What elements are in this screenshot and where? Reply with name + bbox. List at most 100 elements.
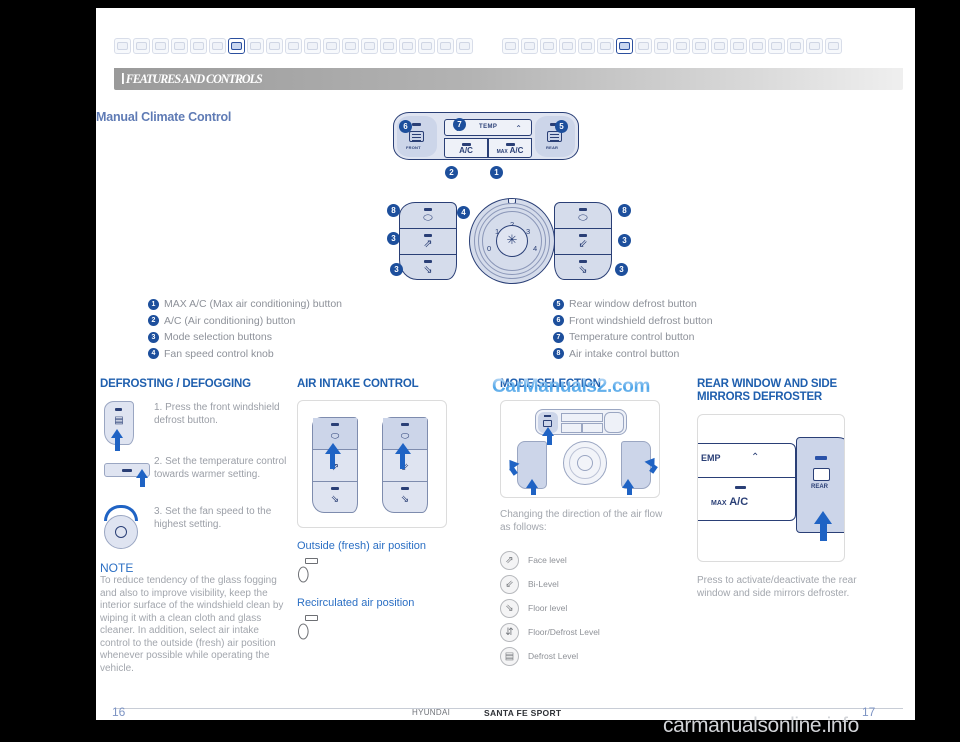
face-vent-icon: ⇗ xyxy=(500,550,519,570)
section-air-intake: AIR INTAKE CONTROL ⬭ ⇗ ⇘ xyxy=(297,378,473,642)
legend-item-label: Front windshield defrost button xyxy=(569,314,713,327)
callout-3-left-a: 3 xyxy=(387,232,400,245)
legend-item-label: A/C (Air conditioning) button xyxy=(164,314,296,327)
callout-6: 6 xyxy=(399,120,412,133)
defrost-grid-icon: ▤ xyxy=(114,415,124,426)
air-intake-heading: AIR INTAKE CONTROL xyxy=(297,378,419,390)
mode-selection-heading: MODE SELECTION xyxy=(500,378,601,390)
callout-7: 7 xyxy=(453,118,466,131)
legend-item: 3 Mode selection buttons xyxy=(148,329,342,346)
manual-page: FEATURES AND CONTROLS Manual Climate Con… xyxy=(96,8,915,720)
callout-2: 2 xyxy=(445,166,458,179)
intake-pad-right: ⬭ ⇙ ⇘ xyxy=(382,417,428,513)
legend-bullet-1: 1 xyxy=(148,298,159,310)
mode-pad-left-figure: ⬭ ⇗ ⇘ xyxy=(399,202,457,280)
legend-item-label: Temperature control button xyxy=(569,331,695,344)
callout-3-left-b: 3 xyxy=(390,263,403,276)
callout-8-right: 8 xyxy=(618,204,631,217)
chevron-up-icon: ⌃ xyxy=(515,124,522,133)
rear-fig-max-ac-label: MAX A/C xyxy=(711,496,749,508)
floor-vent-icon: ⇘ xyxy=(578,264,588,276)
floor-vent-icon: ⇘ xyxy=(330,494,340,505)
callout-4: 4 xyxy=(457,206,470,219)
model-name: SANTA FE SPORT xyxy=(484,708,562,718)
head-unit-figure: FRONT REAR ⌄ TEMP ⌃ A/C MAX A/C xyxy=(393,112,579,160)
defrost-step-2: 2. Set the temperature control towards w… xyxy=(100,455,290,495)
legend-column-2: 5 Rear window defrost button 6 Front windsh… xyxy=(553,296,713,362)
defrosting-heading: DEFROSTING / DEFOGGING xyxy=(100,378,251,390)
recirculated-air-label: Recirculated air position xyxy=(297,597,415,609)
floor-vent-row-right: ⇘ xyxy=(555,255,611,281)
rear-defrost-label: REAR xyxy=(546,145,559,150)
chevron-up-icon: ⌃ xyxy=(751,452,760,463)
floor-defrost-icon: ⇵ xyxy=(500,622,519,642)
fan-glyph-icon xyxy=(496,225,528,257)
outside-air-icon: ⬯ xyxy=(297,558,473,585)
defrost-step-1: ▤ 1. Press the front windshield defrost … xyxy=(100,401,290,451)
legend-bullet-7: 7 xyxy=(553,331,564,343)
legend-item: 1 MAX A/C (Max air conditioning) button xyxy=(148,296,342,313)
knob-num-0: 0 xyxy=(487,244,492,253)
rear-defrost-grid-icon xyxy=(813,468,830,481)
defrost-step-2-text: 2. Set the temperature control towards w… xyxy=(154,456,287,480)
watermark-carmanualsonline: carmanualsonline.info xyxy=(663,714,859,737)
callout-3-right-a: 3 xyxy=(618,234,631,247)
rear-heading-line2: MIRRORS DEFROSTER xyxy=(697,391,823,403)
legend-item-label: MAX A/C (Max air conditioning) button xyxy=(164,298,342,311)
callout-8-left: 8 xyxy=(387,204,400,217)
mode-list-label: Floor level xyxy=(528,603,568,613)
bilevel-vent-row-right: ⇙ xyxy=(555,229,611,255)
floor-vent-icon: ⇘ xyxy=(423,264,433,276)
ac-button-figure: A/C xyxy=(444,138,488,158)
legend-item: 4 Fan speed control knob xyxy=(148,346,342,363)
defrost-icon: ▤ xyxy=(500,646,519,666)
rear-label: REAR xyxy=(811,484,829,490)
mode-list-label: Bi-Level xyxy=(528,579,559,589)
mode-icon-list: ⇗ Face level ⇙ Bi-Level ⇘ Floor level ⇵ Floor/D… xyxy=(500,548,672,668)
legend-bullet-3: 3 xyxy=(148,331,159,343)
floor-vent-row-left: ⇘ xyxy=(400,255,456,281)
brand-name: HYUNDAI xyxy=(412,708,451,717)
defrost-step-3-text: 3. Set the fan speed to the highest sett… xyxy=(154,506,272,530)
rear-defroster-caption: Press to activate/deactivate the rear wi… xyxy=(697,575,857,599)
defrost-button-figure: ▤ xyxy=(104,401,134,451)
legend-bullet-4: 4 xyxy=(148,348,159,360)
rear-fig-temp-label: EMP xyxy=(701,453,721,463)
air-intake-figure: ⬭ ⇗ ⇘ ⬭ ⇙ ⇘ xyxy=(297,400,447,528)
temperature-bar-figure xyxy=(104,463,150,487)
page-number-right: 17 xyxy=(862,705,876,719)
floor-vent-icon: ⇘ xyxy=(400,494,410,505)
note-body: To reduce tendency of the glass fogging … xyxy=(100,575,284,674)
legend-column-1: 1 MAX A/C (Max air conditioning) button 2 A… xyxy=(148,296,342,362)
callout-1: 1 xyxy=(490,166,503,179)
air-intake-icon: ⬭ xyxy=(578,212,588,224)
mode-list-item: ▤ Defrost Level xyxy=(500,644,672,668)
air-intake-row-left: ⬭ xyxy=(400,203,456,229)
legend-bullet-6: 6 xyxy=(553,315,564,327)
section-mode-selection: MODE SELECTION Changing the direction of… xyxy=(500,378,672,668)
outside-air-label: Outside (fresh) air position xyxy=(297,540,426,552)
mode-list-label: Defrost Level xyxy=(528,651,579,661)
legend-item: 8 Air intake control button xyxy=(553,346,713,363)
knob-num-4: 4 xyxy=(533,244,538,253)
ac-label: A/C xyxy=(459,146,473,155)
rear-heading-line1: REAR WINDOW AND SIDE xyxy=(697,378,837,390)
air-intake-icon: ⬭ xyxy=(423,212,433,224)
mode-list-label: Floor/Defrost Level xyxy=(528,627,600,637)
front-defrost-led xyxy=(412,123,421,126)
rear-defroster-figure: EMP ⌃ MAX A/C REAR xyxy=(697,414,845,562)
legend-item: 5 Rear window defrost button xyxy=(553,296,713,313)
page-number-left: 16 xyxy=(112,705,126,719)
rear-fig-headunit: EMP ⌃ MAX A/C xyxy=(698,443,797,521)
rear-defroster-heading: REAR WINDOW AND SIDE MIRRORS DEFROSTER xyxy=(697,378,897,404)
mode-selection-figure xyxy=(500,400,660,498)
face-vent-row-left: ⇗ xyxy=(400,229,456,255)
max-ac-label: MAX A/C xyxy=(496,146,524,155)
air-intake-row-right: ⬭ xyxy=(555,203,611,229)
legend-item: 6 Front windshield defrost button xyxy=(553,313,713,330)
legend-item-label: Air intake control button xyxy=(569,347,680,360)
mini-fan-knob xyxy=(563,441,607,485)
fan-speed-knob-figure: 0 1 2 3 4 xyxy=(469,198,555,284)
bilevel-vent-icon: ⇙ xyxy=(383,462,427,473)
mode-list-item: ⇗ Face level xyxy=(500,548,672,572)
